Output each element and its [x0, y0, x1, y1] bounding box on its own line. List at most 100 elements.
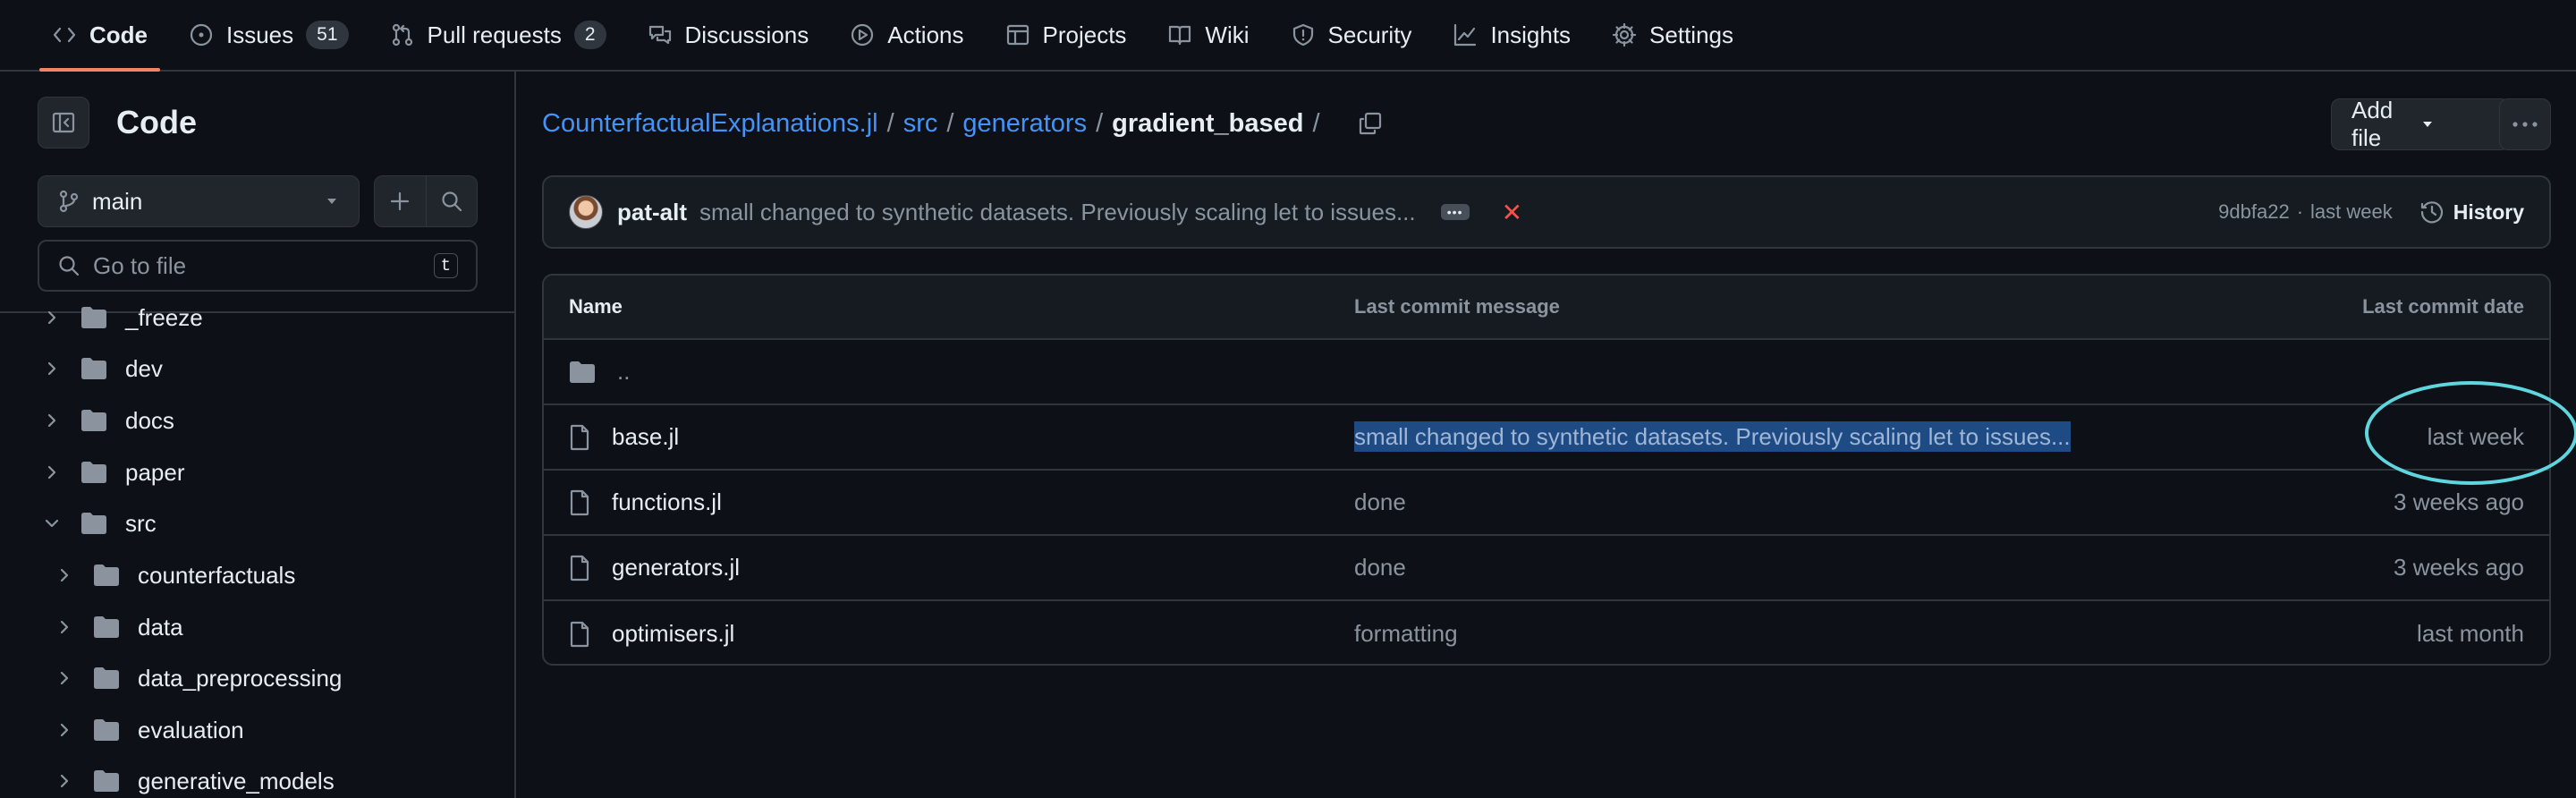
- tab-issues-label: Issues: [226, 21, 294, 48]
- go-to-file-field[interactable]: t: [38, 240, 478, 292]
- file-name-link[interactable]: generators.jl: [612, 554, 740, 582]
- chevron-right-icon: [38, 361, 66, 377]
- breadcrumb-repo-link[interactable]: CounterfactualExplanations.jl: [542, 109, 878, 139]
- meta-separator: ·: [2296, 200, 2304, 223]
- tab-security-label: Security: [1327, 21, 1412, 48]
- breadcrumb-separator: /: [1096, 108, 1104, 138]
- file-table: Name Last commit message Last commit dat…: [542, 274, 2551, 666]
- parent-directory-link[interactable]: ..: [617, 358, 630, 386]
- tree-item-evaluation[interactable]: evaluation: [50, 705, 244, 755]
- commit-message-link[interactable]: done: [1349, 488, 2243, 516]
- folder-icon: [93, 769, 120, 793]
- table-header: Name Last commit message Last commit dat…: [544, 276, 2549, 340]
- commit-date: last month: [2417, 620, 2524, 647]
- tab-insights[interactable]: Insights: [1453, 0, 1571, 71]
- tab-wiki[interactable]: Wiki: [1167, 0, 1250, 71]
- folder-icon: [80, 306, 107, 329]
- file-icon: [569, 489, 612, 516]
- commit-message-link[interactable]: small changed to synthetic datasets. Pre…: [1354, 421, 2071, 452]
- folder-icon: [93, 564, 120, 587]
- tree-item-label: data: [138, 613, 183, 641]
- table-row: functions.jl done 3 weeks ago: [544, 471, 2549, 536]
- keyboard-shortcut-hint: t: [433, 253, 458, 278]
- tree-item-data[interactable]: data: [50, 602, 183, 652]
- folder-icon: [93, 666, 120, 690]
- tab-issues[interactable]: Issues 51: [189, 0, 349, 71]
- history-icon: [2419, 200, 2453, 225]
- tab-discussions[interactable]: Discussions: [648, 0, 809, 71]
- commit-author[interactable]: pat-alt: [617, 199, 687, 226]
- table-row: optimisers.jl formatting last month: [544, 601, 2549, 664]
- file-icon: [569, 424, 612, 451]
- sidebar-action-group: [374, 175, 478, 227]
- file-name-link[interactable]: optimisers.jl: [612, 620, 734, 648]
- tree-item-src[interactable]: src: [38, 498, 157, 548]
- pull-requests-count-badge: 2: [573, 21, 606, 49]
- file-name-link[interactable]: functions.jl: [612, 488, 722, 516]
- shield-icon: [1291, 22, 1316, 47]
- breadcrumb-src-link[interactable]: src: [903, 109, 938, 139]
- more-options-button[interactable]: [2499, 98, 2551, 150]
- tree-item-label: src: [125, 509, 157, 537]
- add-file-button[interactable]: Add file: [2331, 97, 2510, 151]
- collapse-sidebar-button[interactable]: [38, 97, 89, 149]
- avatar[interactable]: [569, 195, 603, 229]
- tab-code[interactable]: Code: [39, 0, 160, 72]
- tree-item-label: data_preprocessing: [138, 664, 343, 692]
- search-icon: [57, 254, 80, 277]
- commit-date: last week: [2427, 423, 2524, 450]
- commit-message[interactable]: small changed to synthetic datasets. Pre…: [699, 199, 1416, 226]
- header-last-commit-message: Last commit message: [1354, 295, 1560, 318]
- file-name-link[interactable]: base.jl: [612, 423, 679, 451]
- add-file-plus-button[interactable]: [375, 176, 426, 226]
- tree-item-paper[interactable]: paper: [38, 447, 185, 497]
- tree-item-data-preprocessing[interactable]: data_preprocessing: [50, 653, 342, 703]
- branch-name: main: [92, 187, 143, 215]
- commit-message-link[interactable]: done: [1349, 554, 2243, 582]
- tab-actions[interactable]: Actions: [850, 0, 964, 71]
- copy-path-icon[interactable]: [1358, 111, 1383, 136]
- breadcrumb-separator: /: [1312, 108, 1320, 138]
- tree-item-docs[interactable]: docs: [38, 395, 174, 446]
- table-icon: [1005, 22, 1030, 47]
- tab-settings[interactable]: Settings: [1612, 0, 1733, 71]
- folder-open-icon: [80, 512, 107, 535]
- commit-hash[interactable]: 9dbfa22: [2218, 200, 2290, 224]
- sidebar-collapse-icon: [51, 110, 76, 135]
- tree-item-freeze[interactable]: _freeze: [38, 293, 203, 343]
- chevron-right-icon: [50, 619, 79, 635]
- tab-wiki-label: Wiki: [1205, 21, 1250, 48]
- expand-commit-message-button[interactable]: •••: [1440, 204, 1470, 220]
- tree-item-dev[interactable]: dev: [38, 344, 163, 394]
- history-button[interactable]: History: [2419, 200, 2524, 225]
- folder-icon: [80, 461, 107, 484]
- parent-directory-row[interactable]: ..: [544, 340, 2549, 405]
- tree-item-counterfactuals[interactable]: counterfactuals: [50, 550, 295, 600]
- commit-message-link[interactable]: formatting: [1349, 620, 2243, 648]
- tree-item-generative-models[interactable]: generative_models: [50, 756, 335, 798]
- code-icon: [52, 22, 77, 47]
- folder-icon: [93, 718, 120, 742]
- table-row: base.jl small changed to synthetic datas…: [544, 405, 2549, 471]
- issues-count-badge: 51: [306, 21, 349, 49]
- tab-security[interactable]: Security: [1291, 0, 1412, 71]
- breadcrumb-generators-link[interactable]: generators: [962, 109, 1087, 139]
- kebab-horizontal-icon: [2512, 121, 2538, 128]
- go-to-file-input[interactable]: [93, 251, 434, 280]
- history-label: History: [2453, 200, 2524, 224]
- search-icon: [440, 190, 463, 213]
- chevron-down-icon: [38, 517, 66, 530]
- plus-icon: [388, 190, 411, 213]
- tab-pull-requests[interactable]: Pull requests 2: [390, 0, 606, 71]
- tab-pull-requests-label: Pull requests: [427, 21, 562, 48]
- tab-projects[interactable]: Projects: [1005, 0, 1126, 71]
- ci-status-fail-icon[interactable]: ✕: [1502, 198, 1522, 227]
- file-tree-sidebar: Code main t _freeze dev docs paper src: [0, 72, 516, 798]
- tree-item-label: evaluation: [138, 716, 244, 743]
- branch-selector[interactable]: main: [38, 175, 360, 227]
- file-icon: [569, 621, 612, 648]
- breadcrumb-separator: /: [886, 108, 894, 138]
- folder-icon: [569, 361, 617, 384]
- search-code-button[interactable]: [425, 176, 478, 226]
- discussions-icon: [648, 22, 673, 47]
